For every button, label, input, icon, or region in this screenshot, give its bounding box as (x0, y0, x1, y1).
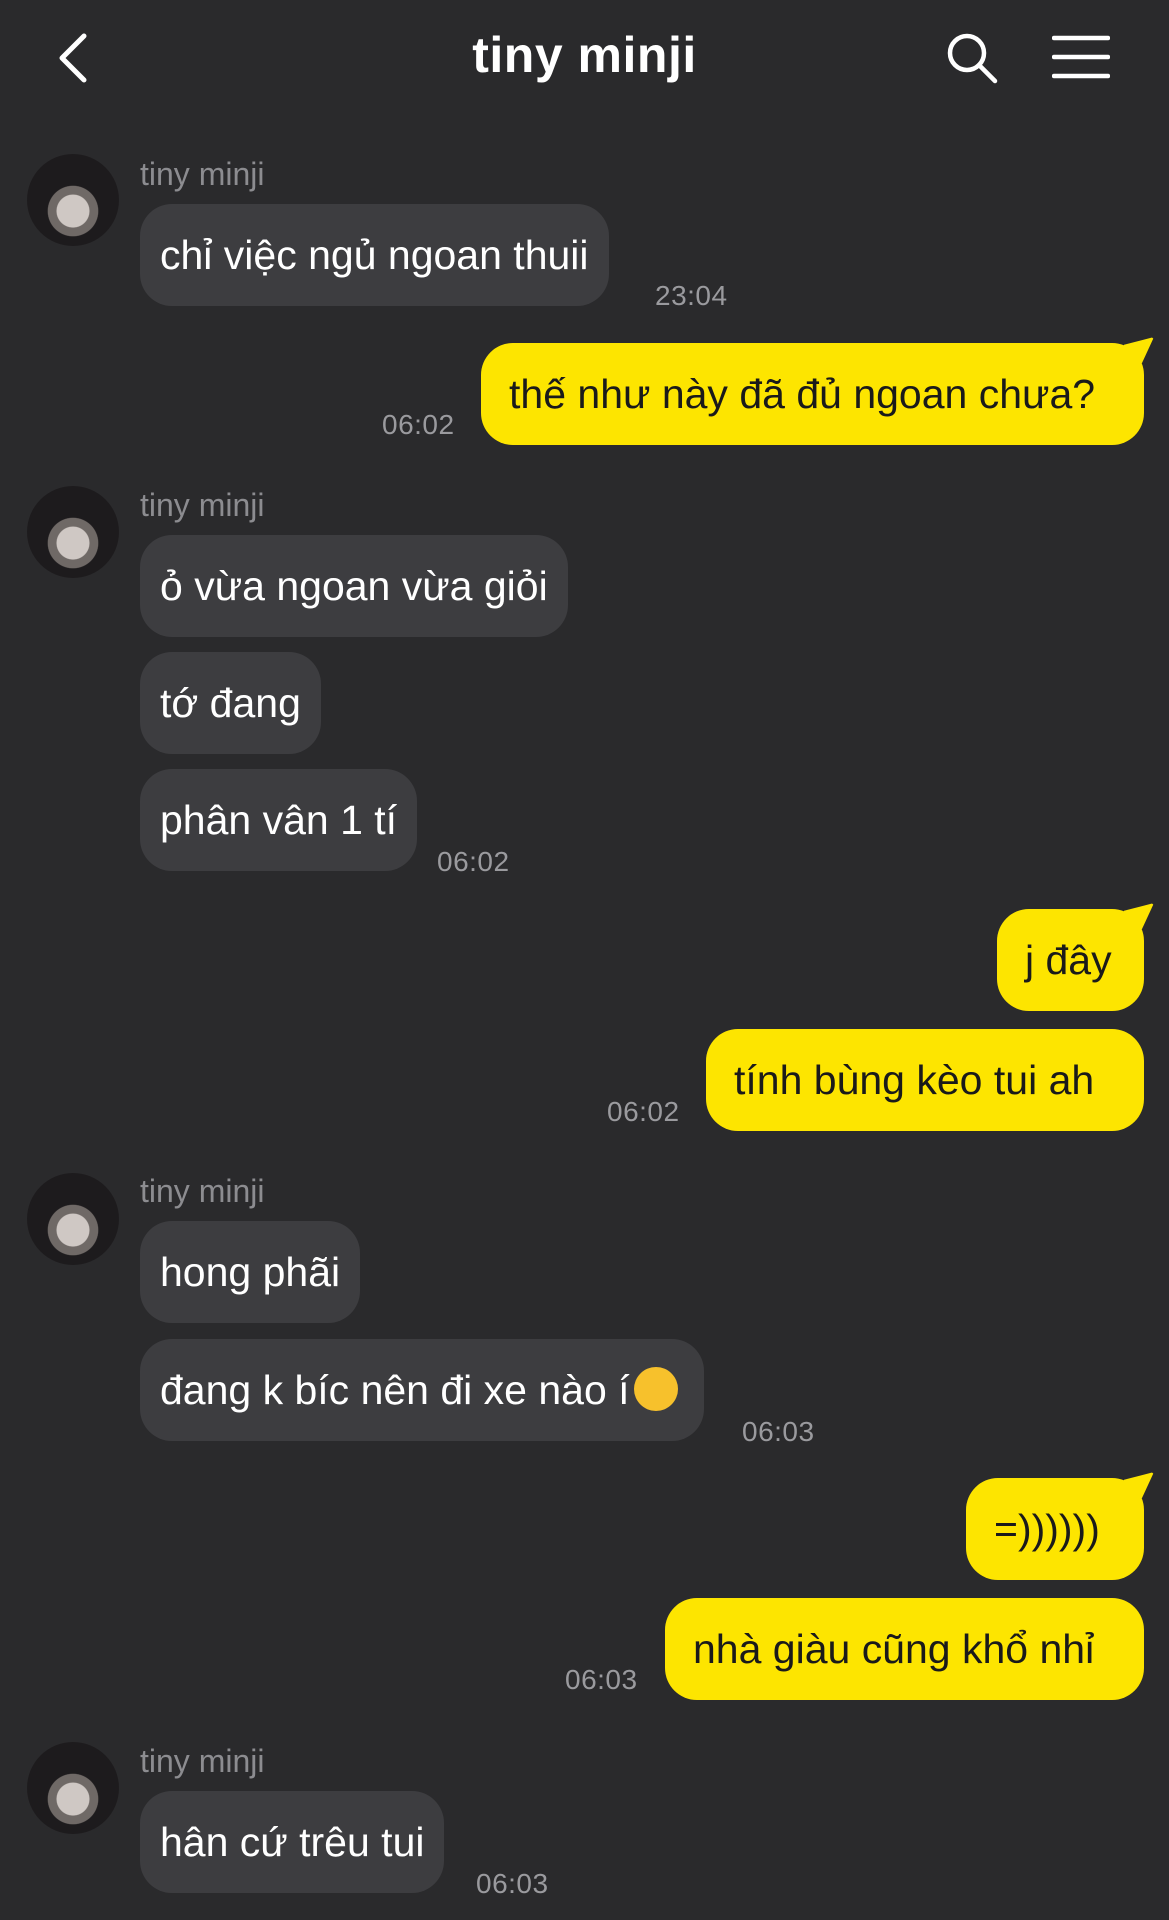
outgoing-message[interactable]: =)))))) (966, 1472, 1154, 1580)
incoming-message[interactable]: tớ đang (140, 652, 321, 754)
outgoing-message[interactable]: j đây (997, 903, 1154, 1011)
message-time: 06:02 (607, 1096, 680, 1127)
sender-name: tiny minji (140, 156, 265, 192)
incoming-message[interactable]: đang k bíc nên đi xe nào í (140, 1339, 704, 1441)
bubble-tail (1124, 1472, 1154, 1498)
incoming-message[interactable]: chỉ việc ngủ ngoan thuii (140, 204, 609, 306)
incoming-message[interactable]: phân vân 1 tí (140, 769, 418, 871)
search-button[interactable] (944, 30, 1000, 86)
sender-name: tiny minji (140, 487, 265, 523)
message-text: đang k bíc nên đi xe nào í (160, 1367, 630, 1413)
message-time: 06:02 (382, 409, 455, 440)
chat-header: tiny minji (0, 0, 1169, 120)
menu-button[interactable] (1051, 34, 1111, 80)
message-text: =)))))) (994, 1506, 1100, 1552)
bubble-tail (1124, 903, 1154, 929)
bubble-tail (1124, 337, 1154, 363)
outgoing-message[interactable]: nhà giàu cũng khổ nhỉ (665, 1598, 1144, 1700)
message-time: 23:04 (655, 280, 728, 311)
sender-name: tiny minji (140, 1173, 265, 1209)
incoming-message[interactable]: hong phãi (140, 1221, 361, 1323)
message-time: 06:03 (476, 1868, 549, 1899)
message-text: thế như này đã đủ ngoan chưa? (509, 371, 1096, 417)
message-time: 06:02 (437, 846, 510, 877)
sender-name: tiny minji (140, 1743, 265, 1779)
contact-avatar[interactable] (27, 486, 119, 578)
hamburger-menu-icon (1051, 35, 1111, 79)
outgoing-message[interactable]: thế như này đã đủ ngoan chưa? (481, 337, 1154, 445)
contact-avatar[interactable] (27, 1173, 119, 1265)
search-icon (947, 33, 998, 84)
pensive-face-emoji (633, 1367, 678, 1412)
incoming-message[interactable]: hân cứ trêu tui (140, 1791, 445, 1893)
incoming-message[interactable]: ỏ vừa ngoan vừa giỏi (140, 535, 568, 637)
message-time: 06:03 (565, 1664, 638, 1695)
outgoing-message[interactable]: tính bùng kèo tui ah (706, 1029, 1144, 1131)
message-time: 06:03 (742, 1416, 815, 1447)
message-text: j đây (1025, 937, 1112, 983)
contact-avatar[interactable] (27, 1742, 119, 1834)
contact-avatar[interactable] (27, 154, 119, 246)
